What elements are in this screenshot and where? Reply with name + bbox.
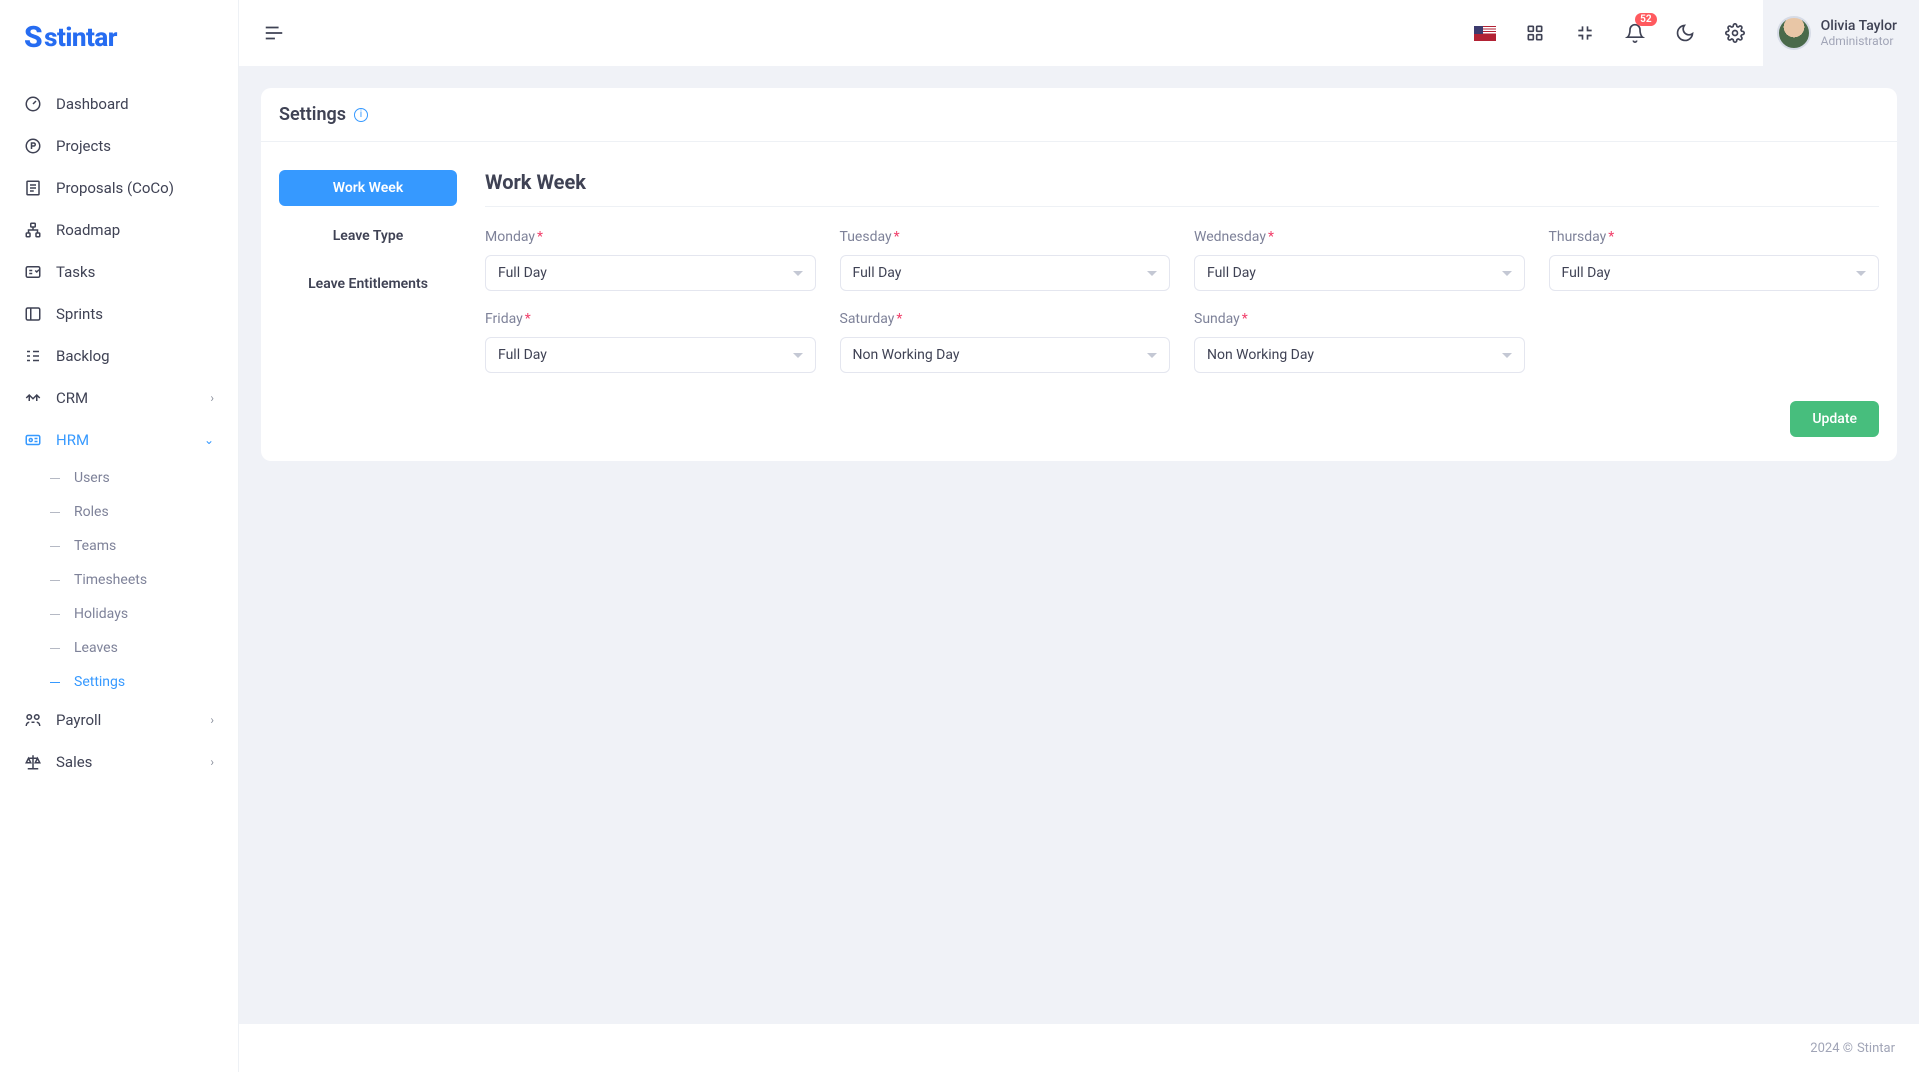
select-sunday[interactable]: Non Working Day — [1194, 337, 1525, 373]
sidebar-sub-roles[interactable]: Roles — [34, 495, 230, 529]
sidebar-item-roadmap[interactable]: Roadmap — [8, 209, 230, 251]
sidebar-sub-users[interactable]: Users — [34, 461, 230, 495]
select-tuesday[interactable]: Full Day — [840, 255, 1171, 291]
tab-work-week[interactable]: Work Week — [279, 170, 457, 206]
sidebar-sub-settings[interactable]: Settings — [34, 665, 230, 699]
sidebar-item-projects[interactable]: Projects — [8, 125, 230, 167]
tab-leave-entitlements[interactable]: Leave Entitlements — [279, 266, 457, 302]
us-flag-icon — [1474, 26, 1496, 41]
list-icon — [24, 347, 42, 365]
sidebar: SStintar Dashboard Projects Proposals (C… — [0, 0, 239, 1072]
notifications[interactable]: 52 — [1613, 11, 1657, 55]
field-sunday: Sunday* Non Working Day — [1194, 311, 1525, 373]
chevron-right-icon: › — [210, 713, 214, 727]
sidebar-item-tasks[interactable]: Tasks — [8, 251, 230, 293]
sidebar-sub-timesheets[interactable]: Timesheets — [34, 563, 230, 597]
sidebar-item-payroll[interactable]: Payroll › — [8, 699, 230, 741]
topbar: 52 Olivia Taylor Administrator — [239, 0, 1919, 66]
sidebar-sub-teams[interactable]: Teams — [34, 529, 230, 563]
sidebar-item-dashboard[interactable]: Dashboard — [8, 83, 230, 125]
logo[interactable]: SStintar — [0, 0, 238, 83]
handshake-icon — [24, 389, 42, 407]
caret-icon — [1147, 271, 1157, 276]
field-saturday: Saturday* Non Working Day — [840, 311, 1171, 373]
sidebar-item-backlog[interactable]: Backlog — [8, 335, 230, 377]
sidebar-item-crm[interactable]: CRM › — [8, 377, 230, 419]
footer-brand: Stintar — [1857, 1041, 1895, 1056]
sidebar-item-sprints[interactable]: Sprints — [8, 293, 230, 335]
bell-icon — [1625, 23, 1645, 43]
gear-icon — [1725, 23, 1745, 43]
gauge-icon — [24, 95, 42, 113]
caret-icon — [1502, 271, 1512, 276]
select-friday[interactable]: Full Day — [485, 337, 816, 373]
sidebar-sub-holidays[interactable]: Holidays — [34, 597, 230, 631]
document-icon — [24, 179, 42, 197]
sidebar-item-sales[interactable]: Sales › — [8, 741, 230, 783]
info-icon[interactable]: i — [354, 108, 368, 122]
scales-icon — [24, 753, 42, 771]
chevron-right-icon: › — [210, 755, 214, 769]
select-saturday[interactable]: Non Working Day — [840, 337, 1171, 373]
payroll-icon — [24, 711, 42, 729]
chevron-right-icon: › — [210, 391, 214, 405]
sidebar-item-proposals[interactable]: Proposals (CoCo) — [8, 167, 230, 209]
menu-toggle[interactable] — [263, 22, 285, 44]
settings-card: Settings i Work Week Leave Type Leave En… — [261, 88, 1897, 461]
caret-icon — [1856, 271, 1866, 276]
update-button[interactable]: Update — [1790, 401, 1879, 437]
divider — [485, 206, 1879, 207]
tab-leave-type[interactable]: Leave Type — [279, 218, 457, 254]
settings[interactable] — [1713, 11, 1757, 55]
caret-icon — [1147, 353, 1157, 358]
section-title: Work Week — [485, 170, 1879, 194]
copyright: 2024 © — [1810, 1041, 1853, 1056]
caret-icon — [1502, 353, 1512, 358]
field-tuesday: Tuesday* Full Day — [840, 229, 1171, 291]
footer: 2024 © Stintar — [239, 1024, 1919, 1072]
page-title: Settings — [279, 104, 346, 125]
sidebar-item-hrm[interactable]: HRM ⌄ — [8, 419, 230, 461]
select-wednesday[interactable]: Full Day — [1194, 255, 1525, 291]
user-name: Olivia Taylor — [1821, 18, 1897, 34]
field-friday: Friday* Full Day — [485, 311, 816, 373]
caret-icon — [793, 271, 803, 276]
p-icon — [24, 137, 42, 155]
avatar — [1777, 16, 1811, 50]
theme-toggle[interactable] — [1663, 11, 1707, 55]
layout-icon — [24, 305, 42, 323]
user-role: Administrator — [1821, 34, 1897, 48]
select-monday[interactable]: Full Day — [485, 255, 816, 291]
sidebar-sub-leaves[interactable]: Leaves — [34, 631, 230, 665]
field-monday: Monday* Full Day — [485, 229, 816, 291]
language-flag[interactable] — [1463, 11, 1507, 55]
fullscreen-exit[interactable] — [1563, 11, 1607, 55]
field-wednesday: Wednesday* Full Day — [1194, 229, 1525, 291]
user-menu[interactable]: Olivia Taylor Administrator — [1763, 0, 1919, 66]
apps-grid[interactable] — [1513, 11, 1557, 55]
select-thursday[interactable]: Full Day — [1549, 255, 1880, 291]
sitemap-icon — [24, 221, 42, 239]
notification-badge: 52 — [1635, 13, 1656, 26]
id-icon — [24, 431, 42, 449]
chevron-down-icon: ⌄ — [204, 433, 214, 447]
field-thursday: Thursday* Full Day — [1549, 229, 1880, 291]
settings-tabs: Work Week Leave Type Leave Entitlements — [279, 170, 457, 437]
moon-icon — [1675, 23, 1695, 43]
tasks-icon — [24, 263, 42, 281]
caret-icon — [793, 353, 803, 358]
